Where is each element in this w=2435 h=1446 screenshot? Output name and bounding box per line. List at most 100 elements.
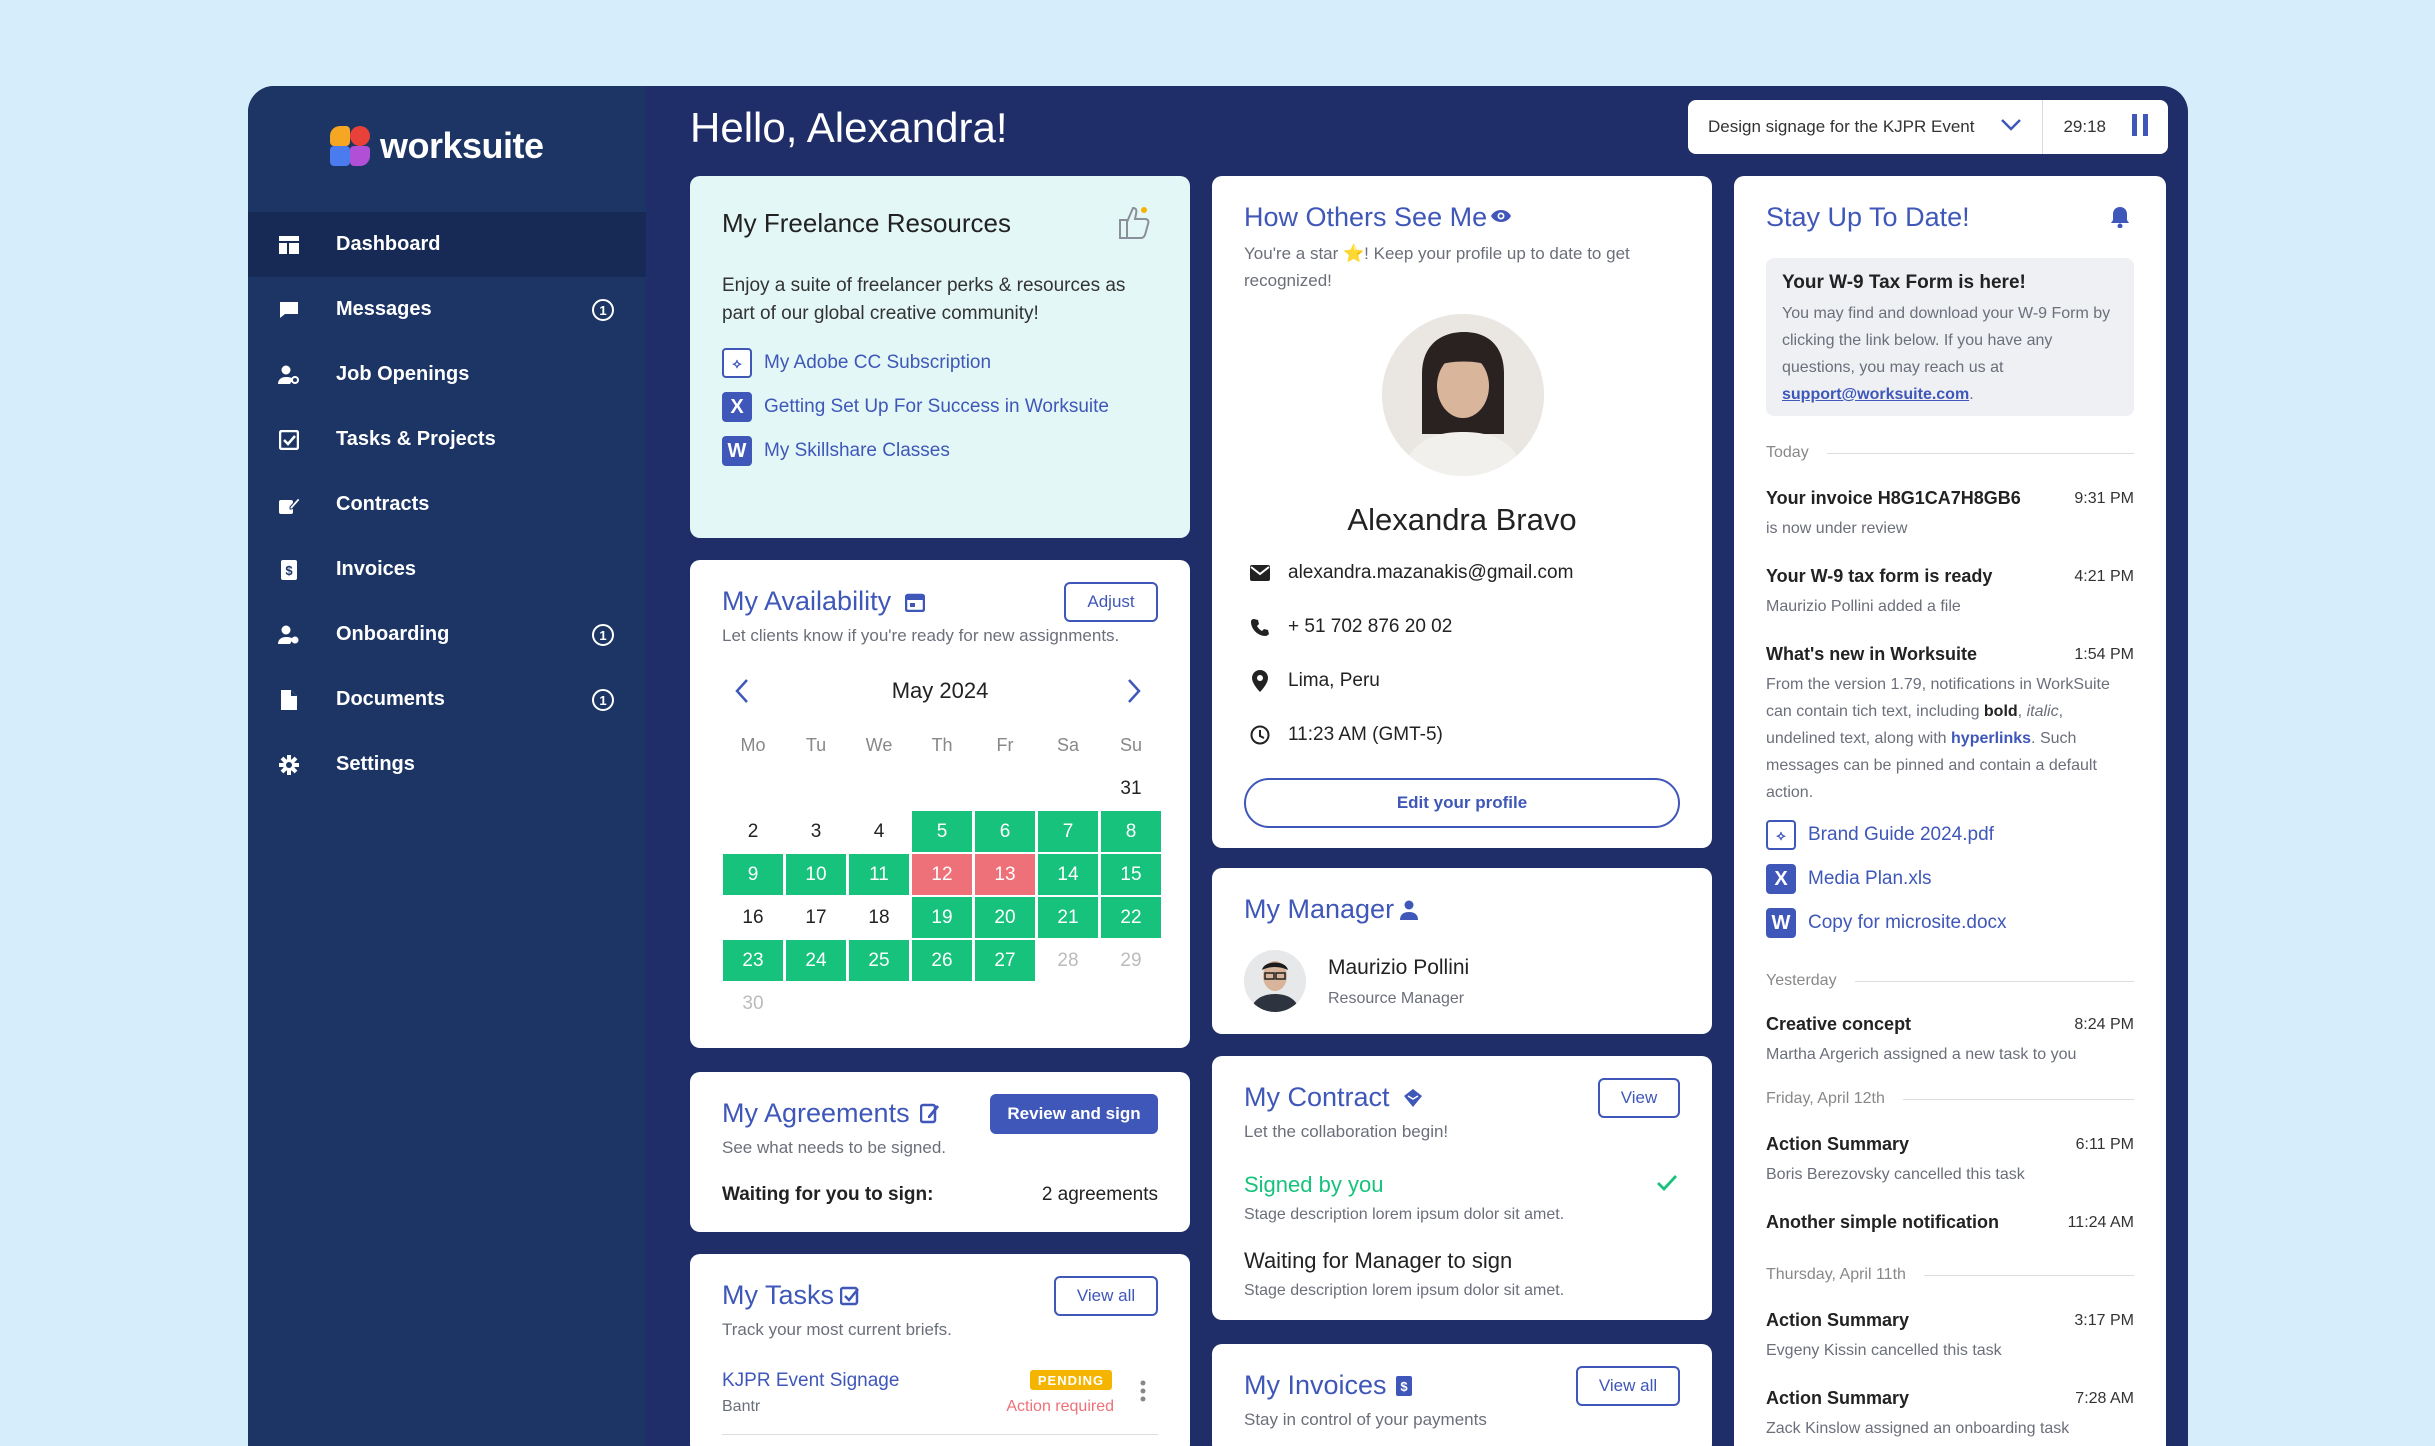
calendar-day[interactable]: 17 [785, 896, 847, 939]
calendar-day[interactable]: 22 [1100, 896, 1162, 939]
calendar-day[interactable]: 6 [974, 810, 1036, 853]
more-vertical-icon[interactable] [1140, 1380, 1146, 1407]
calendar-day[interactable]: 10 [785, 853, 847, 896]
attachment-link[interactable]: X Media Plan.xls [1766, 864, 1932, 894]
profile-local-time: 11:23 AM (GMT-5) [1288, 724, 1443, 745]
calendar-day[interactable]: 12 [911, 853, 973, 896]
dashboard-icon [278, 234, 300, 256]
calendar-day[interactable]: 7 [1037, 810, 1099, 853]
calendar-day[interactable]: 30 [722, 982, 784, 1025]
sidebar-item-messages[interactable]: Messages 1 [248, 277, 646, 342]
notification-item[interactable]: Action Summary 7:28 AM Zack Kinslow assi… [1766, 1388, 2134, 1442]
profile-location: Lima, Peru [1288, 670, 1380, 691]
pause-icon[interactable] [2132, 113, 2148, 141]
calendar-day[interactable]: 19 [911, 896, 973, 939]
calendar-day[interactable]: 4 [848, 810, 910, 853]
calendar-day[interactable]: 27 [974, 939, 1036, 982]
edit-profile-button[interactable]: Edit your profile [1244, 778, 1680, 828]
chevron-down-icon[interactable] [2000, 117, 2022, 137]
calendar-day[interactable]: 21 [1037, 896, 1099, 939]
task-client: Bantr [722, 1398, 761, 1415]
day-separator: Thursday, April 11th [1766, 1266, 2134, 1284]
calendar-day[interactable]: 5 [911, 810, 973, 853]
calendar-day[interactable]: 24 [785, 939, 847, 982]
view-all-tasks-button[interactable]: View all [1054, 1276, 1158, 1316]
calendar-day[interactable]: 18 [848, 896, 910, 939]
sidebar-item-settings[interactable]: Settings [248, 732, 646, 797]
view-contract-button[interactable]: View [1598, 1078, 1680, 1118]
review-and-sign-button[interactable]: Review and sign [990, 1094, 1158, 1134]
calendar-weekday: Su [1100, 724, 1162, 767]
hyperlink[interactable]: hyperlinks [1951, 730, 2031, 747]
calendar-day[interactable]: 16 [722, 896, 784, 939]
stage-waiting-label: Waiting for Manager to sign [1244, 1248, 1513, 1273]
chevron-right-icon[interactable] [1126, 678, 1142, 709]
calendar-day[interactable]: 28 [1037, 939, 1099, 982]
invoice-icon: $ [1396, 1376, 1412, 1401]
sidebar-item-dashboard[interactable]: Dashboard [248, 212, 646, 277]
calendar-day[interactable]: 23 [722, 939, 784, 982]
adjust-button[interactable]: Adjust [1064, 582, 1158, 622]
task-name[interactable]: KJPR Event Signage [722, 1370, 899, 1392]
calendar-day[interactable]: 3 [785, 810, 847, 853]
person-icon [1400, 900, 1418, 925]
calendar-day[interactable]: 25 [848, 939, 910, 982]
calendar-day[interactable]: 9 [722, 853, 784, 896]
notification-item[interactable]: Action Summary 6:11 PM Boris Berezovsky … [1766, 1134, 2134, 1188]
calendar-day[interactable]: 26 [911, 939, 973, 982]
sidebar-item-job-openings[interactable]: Job Openings [248, 342, 646, 407]
calendar-day[interactable]: 31 [1100, 767, 1162, 810]
sidebar: worksuite Dashboard Messages 1 Job Openi… [248, 86, 646, 1446]
waiting-value: 2 agreements [1041, 1184, 1158, 1205]
notification-item[interactable]: Creative concept 8:24 PM Martha Argerich… [1766, 1014, 2134, 1068]
calendar-day[interactable]: 8 [1100, 810, 1162, 853]
task-action-required: Action required [1006, 1398, 1114, 1415]
brand-logo[interactable]: worksuite [328, 124, 544, 168]
calendar-day[interactable]: 29 [1100, 939, 1162, 982]
resource-link-adobe[interactable]: ⟡ My Adobe CC Subscription [722, 348, 991, 378]
pdf-icon: ⟡ [722, 348, 752, 378]
card-title: My Contract [1244, 1082, 1390, 1112]
calendar-day[interactable]: 15 [1100, 853, 1162, 896]
support-email-link[interactable]: support@worksuite.com [1782, 386, 1969, 403]
sidebar-item-tasks-projects[interactable]: Tasks & Projects [248, 407, 646, 472]
resource-link-worksuite[interactable]: X Getting Set Up For Success in Worksuit… [722, 392, 1109, 422]
calendar-grid: Mo Tu We Th Fr Sa Su 31 2 3 4 5 6 7 8 9 10 11 12 13 14 15 16 17… [722, 724, 1162, 1025]
card-subtitle: See what needs to be signed. [722, 1138, 946, 1157]
attachment-link[interactable]: W Copy for microsite.docx [1766, 908, 2007, 938]
edit-document-icon [919, 1102, 940, 1129]
calendar-empty-cell [785, 767, 847, 810]
sidebar-item-invoices[interactable]: $ Invoices [248, 537, 646, 602]
profile-card: How Others See Me You're a star ⭐! Keep … [1212, 176, 1712, 848]
task-timer[interactable]: Design signage for the KJPR Event 29:18 [1688, 100, 2168, 154]
attachment-link[interactable]: ⟡ Brand Guide 2024.pdf [1766, 820, 1994, 850]
calendar-day[interactable]: 13 [974, 853, 1036, 896]
stage-description: Stage description lorem ipsum dolor sit … [1244, 1282, 1565, 1299]
calendar-day[interactable]: 2 [722, 810, 784, 853]
resource-link-skillshare[interactable]: W My Skillshare Classes [722, 436, 950, 466]
view-all-invoices-button[interactable]: View all [1576, 1366, 1680, 1406]
excel-icon: X [1766, 864, 1796, 894]
card-description: Enjoy a suite of freelancer perks & reso… [722, 275, 1126, 324]
status-badge: PENDING [1030, 1370, 1112, 1390]
sidebar-item-onboarding[interactable]: Onboarding 1 [248, 602, 646, 667]
notification-item[interactable]: Your invoice H8G1CA7H8GB6 9:31 PM is now… [1766, 488, 2134, 542]
timer-task-select[interactable]: Design signage for the KJPR Event [1708, 117, 2000, 137]
sidebar-item-contracts[interactable]: Contracts [248, 472, 646, 537]
notification-item[interactable]: Your W-9 tax form is ready 4:21 PM Mauri… [1766, 566, 2134, 620]
word-icon: W [722, 436, 752, 466]
agreements-card: My Agreements See what needs to be signe… [690, 1072, 1190, 1232]
notification-item[interactable]: What's new in Worksuite 1:54 PM From the… [1766, 644, 2134, 806]
sidebar-item-documents[interactable]: Documents 1 [248, 667, 646, 732]
notification-item[interactable]: Another simple notification 11:24 AM [1766, 1212, 2134, 1233]
profile-time-row: 11:23 AM (GMT-5) [1248, 724, 1443, 746]
card-title: My Invoices [1244, 1370, 1387, 1400]
calendar-day[interactable]: 14 [1037, 853, 1099, 896]
notification-item[interactable]: Action Summary 3:17 PM Evgeny Kissin can… [1766, 1310, 2134, 1364]
worksuite-logo-icon [328, 124, 372, 168]
contract-card: My Contract Let the collaboration begin!… [1212, 1056, 1712, 1320]
card-title: How Others See Me [1244, 202, 1488, 232]
calendar-day[interactable]: 20 [974, 896, 1036, 939]
calendar-day[interactable]: 11 [848, 853, 910, 896]
bell-icon[interactable] [2110, 206, 2130, 233]
